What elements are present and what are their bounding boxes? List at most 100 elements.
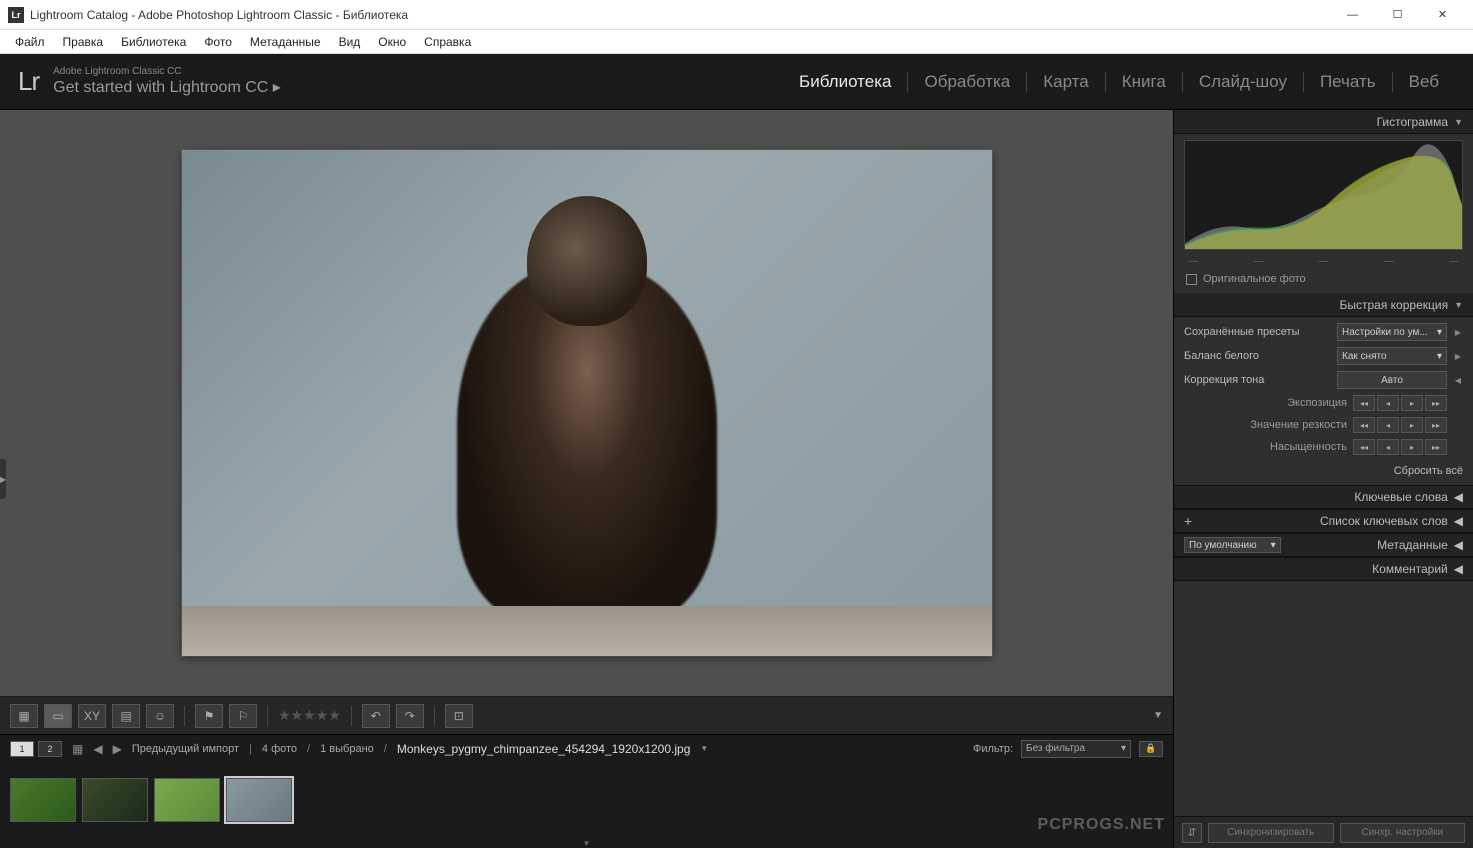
face-tag-button[interactable]: ⊡ — [445, 704, 473, 728]
menu-view[interactable]: Вид — [330, 32, 370, 52]
filmstrip-collapse[interactable]: ▼ — [0, 838, 1173, 848]
rotate-cw-button[interactable]: ↷ — [396, 704, 424, 728]
quick-develop-header[interactable]: Быстрая коррекция▼ — [1174, 293, 1473, 317]
tone-expand-icon[interactable]: ◀ — [1453, 376, 1463, 385]
sync-button[interactable]: Синхронизировать — [1208, 823, 1334, 843]
nav-forward[interactable]: ▶ — [113, 742, 122, 756]
exposure-minus[interactable]: ◂ — [1377, 395, 1399, 411]
filter-lock-icon[interactable]: 🔒 — [1139, 741, 1163, 757]
sharpness-label: Значение резкости — [1184, 419, 1347, 431]
saturation-steppers: ◂◂ ◂ ▸ ▸▸ — [1353, 439, 1447, 455]
module-picker: Библиотека Обработка Карта Книга Слайд-ш… — [783, 72, 1455, 92]
thumbnail[interactable] — [10, 778, 76, 822]
add-keyword-icon[interactable]: + — [1184, 513, 1192, 529]
menu-photo[interactable]: Фото — [195, 32, 241, 52]
preview-image[interactable] — [182, 150, 992, 656]
filename-dropdown-icon[interactable]: ▼ — [700, 744, 708, 753]
grid-shortcut-icon[interactable]: ▦ — [72, 742, 83, 756]
lr-logo: Lr — [18, 66, 39, 97]
module-map[interactable]: Карта — [1027, 72, 1106, 92]
menu-bar: Файл Правка Библиотека Фото Метаданные В… — [0, 30, 1473, 54]
left-panel-toggle[interactable]: ▶ — [0, 459, 6, 499]
minimize-button[interactable]: — — [1330, 0, 1375, 30]
title-bar: Lr Lightroom Catalog - Adobe Photoshop L… — [0, 0, 1473, 30]
compare-view-button[interactable]: XY — [78, 704, 106, 728]
maximize-button[interactable]: ☐ — [1375, 0, 1420, 30]
source-label[interactable]: Предыдущий импорт — [132, 743, 239, 755]
wb-expand-icon[interactable]: ▶ — [1453, 352, 1463, 361]
sharpness-plus[interactable]: ▸ — [1401, 417, 1423, 433]
preset-select[interactable]: Настройки по ум...▾ — [1337, 323, 1447, 341]
histogram-header[interactable]: Гистограмма▼ — [1174, 110, 1473, 134]
watermark: PCPROGS.NET — [1038, 816, 1165, 834]
menu-window[interactable]: Окно — [369, 32, 415, 52]
exposure-plus-large[interactable]: ▸▸ — [1425, 395, 1447, 411]
loupe-toolbar: ▦ ▭ XY ▤ ☺ ⚑ ⚐ ★★★★★ ↶ ↷ ⊡ ▼ — [0, 696, 1173, 734]
keyword-list-header[interactable]: +Список ключевых слов◀ — [1174, 509, 1473, 533]
module-slideshow[interactable]: Слайд-шоу — [1183, 72, 1304, 92]
photo-count: 4 фото — [262, 743, 297, 755]
filter-select[interactable]: Без фильтра▾ — [1021, 740, 1131, 758]
auto-tone-button[interactable]: Авто — [1337, 371, 1447, 389]
thumbnail-selected[interactable] — [226, 778, 292, 822]
module-library[interactable]: Библиотека — [783, 72, 908, 92]
module-book[interactable]: Книга — [1106, 72, 1183, 92]
exposure-label: Экспозиция — [1184, 397, 1347, 409]
filmstrip: PCPROGS.NET — [0, 762, 1173, 838]
close-button[interactable]: ✕ — [1420, 0, 1465, 30]
people-view-button[interactable]: ☺ — [146, 704, 174, 728]
metadata-header[interactable]: По умолчанию▾ Метаданные◀ — [1174, 533, 1473, 557]
sync-settings-button[interactable]: Синхр. настройки — [1340, 823, 1466, 843]
nav-back[interactable]: ◀ — [93, 742, 102, 756]
reset-all-button[interactable]: Сбросить всё — [1394, 465, 1463, 477]
exposure-plus[interactable]: ▸ — [1401, 395, 1423, 411]
survey-view-button[interactable]: ▤ — [112, 704, 140, 728]
sharpness-minus[interactable]: ◂ — [1377, 417, 1399, 433]
right-panel: Гистограмма▼ ————— Оригинальное фото Быс… — [1173, 110, 1473, 848]
sharpness-minus-large[interactable]: ◂◂ — [1353, 417, 1375, 433]
flag-pick-button[interactable]: ⚑ — [195, 704, 223, 728]
rating-stars[interactable]: ★★★★★ — [278, 707, 341, 724]
thumbnail[interactable] — [154, 778, 220, 822]
brand-title[interactable]: Get started with Lightroom CC ▸ — [53, 77, 281, 97]
toolbar-options[interactable]: ▼ — [1153, 710, 1163, 721]
saturation-plus[interactable]: ▸ — [1401, 439, 1423, 455]
saturation-minus-large[interactable]: ◂◂ — [1353, 439, 1375, 455]
filter-label: Фильтр: — [973, 743, 1013, 755]
sync-toggle-icon[interactable]: ⇵ — [1182, 823, 1202, 843]
saturation-minus[interactable]: ◂ — [1377, 439, 1399, 455]
sharpness-steppers: ◂◂ ◂ ▸ ▸▸ — [1353, 417, 1447, 433]
module-develop[interactable]: Обработка — [908, 72, 1027, 92]
menu-edit[interactable]: Правка — [54, 32, 113, 52]
thumbnail[interactable] — [82, 778, 148, 822]
saturation-plus-large[interactable]: ▸▸ — [1425, 439, 1447, 455]
grid-view-button[interactable]: ▦ — [10, 704, 38, 728]
brand-subtitle: Adobe Lightroom Classic CC — [53, 66, 281, 77]
identity-bar: Lr Adobe Lightroom Classic CC Get starte… — [0, 54, 1473, 110]
original-photo-checkbox[interactable] — [1186, 274, 1197, 285]
filmstrip-header: 1 2 ▦ ◀ ▶ Предыдущий импорт | 4 фото / 1… — [0, 734, 1173, 762]
preset-expand-icon[interactable]: ▶ — [1453, 328, 1463, 337]
menu-metadata[interactable]: Метаданные — [241, 32, 330, 52]
metadata-preset-select[interactable]: По умолчанию▾ — [1184, 537, 1281, 553]
wb-select[interactable]: Как снято▾ — [1337, 347, 1447, 365]
menu-library[interactable]: Библиотека — [112, 32, 195, 52]
comment-header[interactable]: Комментарий◀ — [1174, 557, 1473, 581]
keywords-header[interactable]: Ключевые слова◀ — [1174, 485, 1473, 509]
menu-file[interactable]: Файл — [6, 32, 54, 52]
rotate-ccw-button[interactable]: ↶ — [362, 704, 390, 728]
monitor-secondary[interactable]: 2 — [38, 741, 62, 757]
module-print[interactable]: Печать — [1304, 72, 1393, 92]
module-web[interactable]: Веб — [1393, 72, 1455, 92]
menu-help[interactable]: Справка — [415, 32, 480, 52]
preset-label: Сохранённые пресеты — [1184, 326, 1331, 338]
exposure-minus-large[interactable]: ◂◂ — [1353, 395, 1375, 411]
main-canvas: ▶ ▦ ▭ XY ▤ ☺ ⚑ ⚐ ★★★★★ ↶ ↷ ⊡ — [0, 110, 1173, 848]
loupe-view-button[interactable]: ▭ — [44, 704, 72, 728]
histogram-display[interactable] — [1184, 140, 1463, 250]
monitor-primary[interactable]: 1 — [10, 741, 34, 757]
current-filename: Monkeys_pygmy_chimpanzee_454294_1920x120… — [397, 742, 691, 756]
sharpness-plus-large[interactable]: ▸▸ — [1425, 417, 1447, 433]
flag-reject-button[interactable]: ⚐ — [229, 704, 257, 728]
saturation-label: Насыщенность — [1184, 441, 1347, 453]
